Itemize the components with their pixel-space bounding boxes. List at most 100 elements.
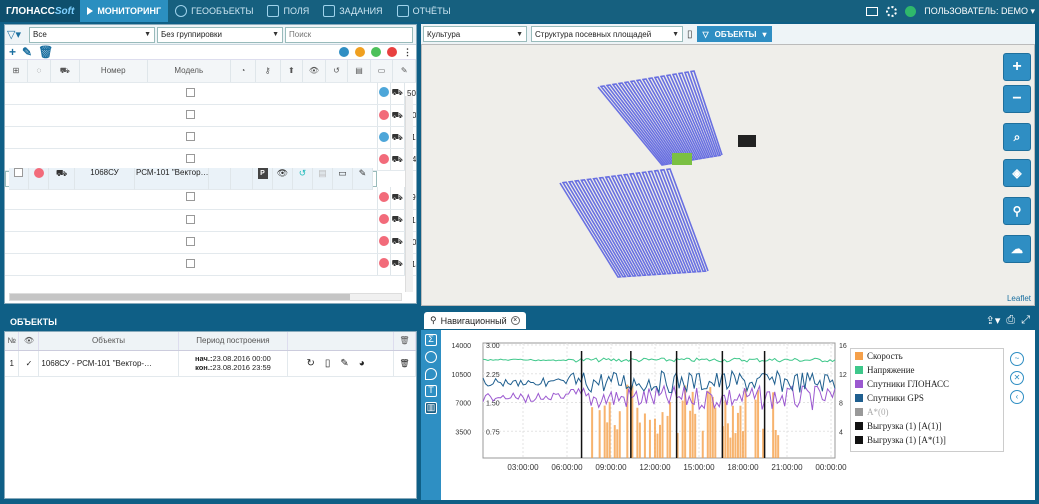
clock-icon[interactable] bbox=[425, 351, 437, 363]
close-icon[interactable]: × bbox=[510, 316, 520, 325]
user-label[interactable]: ПОЛЬЗОВАТЕЛЬ: DEMO ▾ bbox=[924, 6, 1035, 17]
pie-chart-icon[interactable]: ◕ bbox=[359, 358, 375, 369]
grouping-select[interactable]: Без группировки ▼ bbox=[157, 26, 283, 43]
layers-icon[interactable]: ◈ bbox=[1003, 159, 1031, 187]
back-icon[interactable]: ‹ bbox=[1010, 390, 1024, 404]
more-icon[interactable]: ⋮ bbox=[403, 47, 412, 58]
nav-geoobjects[interactable]: ГЕООБЪЕКТЫ bbox=[168, 0, 260, 22]
mail-icon[interactable] bbox=[866, 6, 879, 16]
search-icon[interactable]: ⌕ bbox=[1003, 123, 1031, 151]
objects-button[interactable]: ▽ ОБЪЕКТЫ ▾ bbox=[696, 26, 773, 42]
menu-icon[interactable]: ▭ bbox=[333, 168, 353, 190]
table-row[interactable]: ⛟ О036ОХ УРАЛ P 👁 ↺ ▤ ▭ ✎ bbox=[5, 231, 416, 254]
edit-icon[interactable]: ✎ bbox=[22, 46, 32, 58]
chart-line-icon[interactable]: ~ bbox=[1010, 352, 1024, 366]
table-row[interactable]: ⛟ 6173СВ ДТ-75 ⚷ P 👁 ↺ ▤ ▭ ✎ bbox=[5, 126, 416, 149]
table-row[interactable]: ⛟ 0925СВ МТЗ-82.1 P 👁 ↺ ▤ ▭ ✎ bbox=[5, 187, 416, 210]
search-input[interactable] bbox=[285, 26, 413, 43]
legend-entry[interactable]: Выгрузка (1) [A*(1)] bbox=[851, 433, 1003, 447]
print-icon[interactable]: ⎙ bbox=[1006, 314, 1015, 327]
nav-tasks[interactable]: ЗАДАНИЯ bbox=[316, 0, 389, 22]
vertical-scrollbar[interactable] bbox=[405, 96, 413, 292]
history-col-icon[interactable]: ↺ bbox=[325, 60, 349, 83]
legend-entry[interactable]: Спутники ГЛОНАСС bbox=[851, 377, 1003, 391]
legend-entry[interactable]: Спутники GPS bbox=[851, 391, 1003, 405]
structure-select[interactable]: Структура посевных площадей ▼ bbox=[531, 26, 683, 42]
lock-icon[interactable] bbox=[387, 47, 397, 57]
row-checkbox[interactable] bbox=[5, 231, 378, 254]
document-icon[interactable]: ▯ bbox=[687, 29, 693, 40]
app-logo[interactable]: ГЛОНАСС Soft bbox=[0, 0, 81, 22]
filter-icon[interactable]: ▽▾ bbox=[7, 28, 27, 41]
delete-all-icon[interactable]: 🗑 bbox=[393, 332, 416, 351]
table-row[interactable]: ⛟ 5160СА МТЗ-82.1 P 👁 ↺ ▤ ▭ ✎ bbox=[5, 209, 416, 232]
add-icon[interactable]: + bbox=[9, 46, 16, 58]
report-col-icon[interactable]: ▤ bbox=[347, 60, 371, 83]
row-checkbox[interactable] bbox=[5, 82, 378, 105]
object-check-icon[interactable]: ✓ bbox=[18, 350, 40, 377]
nav-fields[interactable]: ПОЛЯ bbox=[260, 0, 316, 22]
report-icon[interactable]: ▤ bbox=[313, 168, 333, 190]
row-checkbox[interactable] bbox=[5, 209, 378, 232]
edit-col-icon[interactable]: ✎ bbox=[392, 60, 416, 83]
start-flag-icon[interactable] bbox=[672, 153, 692, 165]
legend-entry[interactable]: A*(0) bbox=[851, 405, 1003, 419]
status-filter-select[interactable]: Все ▼ bbox=[29, 26, 155, 43]
delete-icon[interactable]: 🗑 bbox=[38, 46, 53, 58]
nav-reports[interactable]: ОТЧЁТЫ bbox=[390, 0, 458, 22]
finish-flag-icon[interactable] bbox=[738, 135, 756, 147]
row-checkbox[interactable] bbox=[5, 187, 378, 210]
status-col-icon[interactable]: ◌ bbox=[27, 60, 51, 83]
table-row[interactable]: ⛟ 6149СВ РСМ-142 "АСR… P 👁 ↺ ▤ ▭ ✎ bbox=[5, 253, 416, 276]
sum-icon[interactable]: Σ bbox=[425, 334, 437, 346]
table-row[interactable]: ⛟ 1068СУ РСМ-101 "Вектор… P 👁 ↺ ▤ ▭ ✎ bbox=[5, 168, 377, 190]
table-row[interactable]: ⛟ 5040СУ МТЗ-82.1 P 👁 ↺ ▤ ▭ ✎ bbox=[5, 82, 416, 105]
delete-icon[interactable]: 🗑 bbox=[393, 350, 416, 377]
gear-icon[interactable] bbox=[886, 5, 898, 17]
horizontal-scrollbar[interactable] bbox=[9, 293, 402, 301]
legend-entry[interactable]: Напряжение bbox=[851, 363, 1003, 377]
zoom-in-button[interactable]: + bbox=[1003, 53, 1031, 81]
tab-navigation[interactable]: ⚲ Навигационный × bbox=[424, 312, 526, 329]
row-checkbox[interactable] bbox=[5, 126, 378, 149]
parking-col-icon[interactable]: ⬆ bbox=[280, 60, 304, 83]
row-checkbox[interactable] bbox=[5, 253, 378, 276]
speed-col-icon[interactable]: ◔ bbox=[230, 60, 256, 83]
row-checkbox[interactable] bbox=[9, 168, 29, 190]
edit-icon[interactable]: ✎ bbox=[340, 358, 358, 369]
culture-select[interactable]: Культура ▼ bbox=[423, 26, 527, 42]
select-all-icon[interactable]: ⊞ bbox=[5, 60, 29, 83]
export-icon[interactable]: ⇪▾ bbox=[986, 314, 1001, 327]
location-icon[interactable] bbox=[425, 368, 437, 380]
col-model[interactable]: Модель bbox=[147, 60, 232, 83]
key-col-icon[interactable]: ⚷ bbox=[255, 60, 281, 83]
eye-header-icon[interactable]: 👁 bbox=[18, 332, 40, 351]
leaflet-attribution[interactable]: Leaflet bbox=[1007, 294, 1031, 303]
navigation-chart[interactable]: 03:00:00 06:00:00 09:00:00 12:00:00 15:00:00… bbox=[443, 338, 863, 483]
legend-entry[interactable]: Выгрузка (1) [A(1)] bbox=[851, 419, 1003, 433]
check-icon[interactable] bbox=[371, 47, 381, 57]
objects-row[interactable]: 1 ✓ 1068СУ - РСМ-101 "Вектор-… нач.:23.0… bbox=[5, 350, 416, 377]
legend-entry[interactable]: Скорость bbox=[851, 349, 1003, 363]
menu-col-icon[interactable]: ▭ bbox=[370, 60, 394, 83]
expand-icon[interactable]: ⤢ bbox=[1021, 314, 1030, 327]
table-row[interactable]: ⛟ О038ОХ ЗИЛ P 👁 ↺ ▤ ▭ ✎ bbox=[5, 104, 416, 127]
text-icon[interactable]: T bbox=[425, 385, 437, 397]
weather-icon[interactable]: ☁ bbox=[1003, 235, 1031, 263]
parking-icon[interactable]: P bbox=[253, 168, 273, 190]
vehicle-type-col-icon[interactable]: ⛟ bbox=[50, 60, 80, 83]
refresh-icon[interactable]: ↻ bbox=[306, 358, 324, 369]
nav-monitoring[interactable]: МОНИТОРИНГ bbox=[80, 0, 169, 22]
zoom-fit-icon[interactable]: ✕ bbox=[1010, 371, 1024, 385]
edit-icon[interactable]: ✎ bbox=[353, 168, 373, 190]
chart-icon[interactable]: ▥ bbox=[425, 402, 437, 414]
eye-col-icon[interactable]: 👁 bbox=[302, 60, 326, 83]
pause-icon[interactable] bbox=[339, 47, 349, 57]
route-icon[interactable]: ⚲ bbox=[1003, 197, 1031, 225]
row-checkbox[interactable] bbox=[5, 104, 378, 127]
fuel-icon[interactable] bbox=[355, 47, 365, 57]
map-view[interactable]: + − ⌕ ◈ ⚲ ☁ Leaflet bbox=[421, 44, 1035, 306]
col-number[interactable]: Номер bbox=[79, 60, 148, 83]
document-icon[interactable]: ▯ bbox=[325, 358, 341, 369]
history-icon[interactable]: ↺ bbox=[293, 168, 313, 190]
